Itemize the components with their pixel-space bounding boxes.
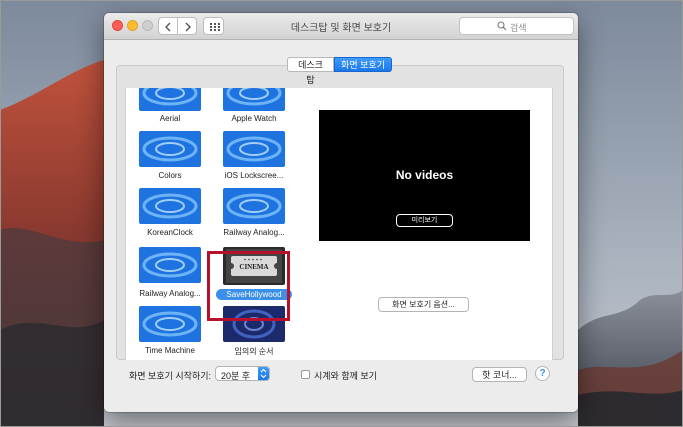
blue-swirl-thumbnail-icon bbox=[223, 131, 285, 167]
preview-screen: No videos 미리보기 bbox=[319, 110, 530, 241]
dark-swirl-thumbnail-icon bbox=[223, 306, 285, 342]
screensaver-item-ios-lockscreen[interactable]: iOS Lockscree... bbox=[214, 131, 294, 191]
start-after-select[interactable]: 20분 후 bbox=[215, 366, 270, 381]
tab-screen-saver[interactable]: 화면 보호기 bbox=[334, 57, 392, 72]
screensaver-item-colors[interactable]: Colors bbox=[130, 131, 210, 191]
system-preferences-window: 데스크탑 및 화면 보호기 검색 데스크탑 화면 보호기 Aerial Appl… bbox=[104, 13, 578, 412]
screensaver-label: Time Machine bbox=[145, 346, 195, 355]
screensaver-item-railway-analog-2[interactable]: Railway Analog... bbox=[130, 247, 210, 307]
screensaver-item-koreanclock[interactable]: KoreanClock bbox=[130, 188, 210, 248]
screensaver-label: Railway Analog... bbox=[139, 289, 201, 298]
screensaver-item-time-machine[interactable]: Time Machine bbox=[130, 306, 210, 360]
blue-swirl-thumbnail-icon bbox=[139, 306, 201, 342]
screensaver-options-button[interactable]: 화면 보호기 옵션... bbox=[378, 297, 469, 312]
tab-desktop[interactable]: 데스크탑 bbox=[287, 57, 334, 85]
search-icon bbox=[497, 21, 507, 31]
screensaver-label: iOS Lockscree... bbox=[224, 171, 284, 180]
screensaver-item-aerial[interactable]: Aerial bbox=[130, 88, 210, 135]
search-placeholder: 검색 bbox=[510, 23, 527, 33]
up-down-arrows-icon bbox=[260, 368, 267, 379]
tab-bar: 데스크탑 화면 보호기 bbox=[287, 57, 392, 85]
help-button[interactable]: ? bbox=[535, 366, 550, 381]
preview-panel: No videos 미리보기 화면 보호기 옵션... bbox=[299, 88, 553, 360]
blue-swirl-thumbnail-icon bbox=[139, 188, 201, 224]
screensaver-label: Railway Analog... bbox=[223, 228, 285, 237]
screensaver-label: Aerial bbox=[159, 114, 181, 123]
start-after-value: 20분 후 bbox=[221, 371, 251, 381]
screensaver-label: Apple Watch bbox=[231, 114, 277, 123]
blue-swirl-thumbnail-icon bbox=[223, 88, 285, 111]
blue-swirl-thumbnail-icon bbox=[139, 88, 201, 111]
preview-message: No videos bbox=[395, 168, 454, 182]
preview-button[interactable]: 미리보기 bbox=[396, 214, 453, 227]
show-with-clock-checkbox[interactable] bbox=[301, 370, 310, 379]
search-field[interactable]: 검색 bbox=[459, 17, 574, 35]
show-with-clock-label: 시계와 함께 보기 bbox=[314, 371, 377, 381]
screensaver-label-selected: SaveHollywood bbox=[216, 289, 292, 300]
cinema-ticket-thumbnail-icon: CINEMA bbox=[223, 247, 285, 285]
cinema-text: CINEMA bbox=[239, 263, 268, 271]
blue-swirl-thumbnail-icon bbox=[223, 188, 285, 224]
screensaver-label: KoreanClock bbox=[147, 228, 193, 237]
blue-swirl-thumbnail-icon bbox=[139, 131, 201, 167]
screensaver-label: Colors bbox=[158, 171, 182, 180]
title-bar: 데스크탑 및 화면 보호기 검색 bbox=[104, 13, 578, 40]
start-after-label: 화면 보호기 시작하기: bbox=[129, 371, 212, 381]
blue-swirl-thumbnail-icon bbox=[139, 247, 201, 283]
select-stepper[interactable] bbox=[258, 367, 269, 380]
screensaver-item-railway-analog-1[interactable]: Railway Analog... bbox=[214, 188, 294, 248]
screensaver-item-random[interactable]: 임의의 순서 bbox=[214, 306, 294, 360]
hot-corners-button[interactable]: 핫 코너... bbox=[472, 367, 527, 382]
screensaver-item-savehollywood[interactable]: CINEMA SaveHollywood bbox=[214, 247, 294, 307]
screensaver-list[interactable]: Aerial Apple Watch Colors iOS Lockscree.… bbox=[125, 88, 301, 360]
screensaver-label: 임의의 순서 bbox=[234, 347, 274, 356]
screensaver-item-apple-watch[interactable]: Apple Watch bbox=[214, 88, 294, 135]
